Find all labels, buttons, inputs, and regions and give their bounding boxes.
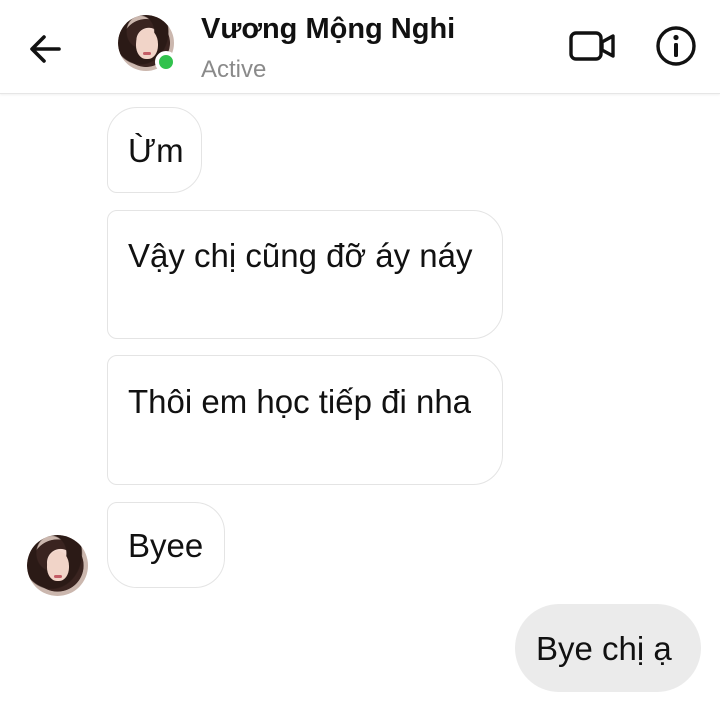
video-call-icon xyxy=(569,31,615,61)
online-status-dot xyxy=(155,51,177,73)
info-icon xyxy=(656,26,696,66)
avatar-image xyxy=(27,535,88,596)
message-bubble-incoming[interactable]: Byee xyxy=(107,502,225,588)
message-bubble-incoming[interactable]: Thôi em học tiếp đi nha xyxy=(107,355,503,485)
message-bubble-incoming[interactable]: Ừm xyxy=(107,107,202,193)
chat-header: Vương Mộng Nghi Active xyxy=(0,0,720,94)
contact-name[interactable]: Vương Mộng Nghi xyxy=(201,13,455,46)
message-bubble-incoming[interactable]: Vậy chị cũng đỡ áy náy xyxy=(107,210,503,339)
video-call-button[interactable] xyxy=(566,24,618,68)
sender-avatar[interactable] xyxy=(27,535,88,596)
back-button[interactable] xyxy=(22,26,68,72)
back-arrow-icon xyxy=(30,35,61,63)
message-bubble-outgoing[interactable]: Bye chị ạ xyxy=(515,604,701,692)
info-button[interactable] xyxy=(652,22,700,70)
contact-status: Active xyxy=(201,56,267,83)
contact-avatar[interactable] xyxy=(118,15,177,73)
